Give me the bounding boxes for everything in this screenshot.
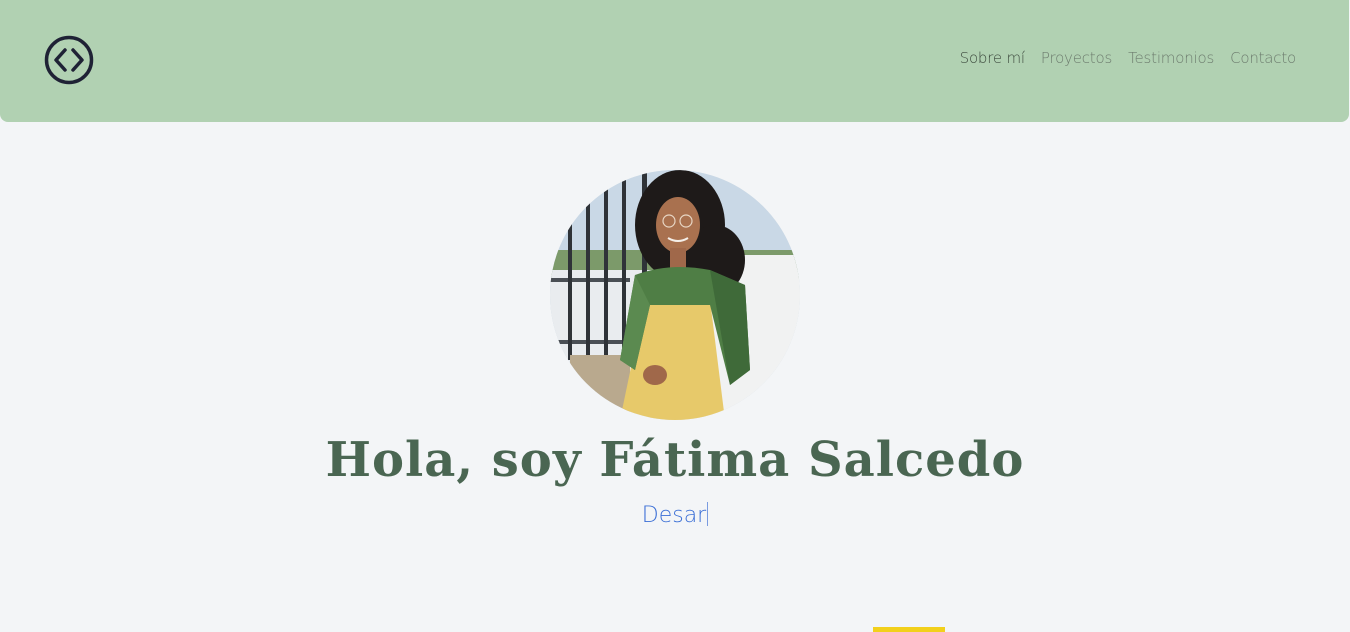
nav-link-sobre-mi[interactable]: Sobre mí [960, 49, 1025, 67]
portfolio-page: Sobre mí Proyectos Testimonios Contacto [0, 0, 1350, 632]
nav-link-contacto[interactable]: Contacto [1230, 49, 1296, 67]
nav-link-proyectos[interactable]: Proyectos [1041, 49, 1112, 67]
site-header: Sobre mí Proyectos Testimonios Contacto [0, 0, 1349, 122]
hero-title: Hola, soy Fátima Salcedo [325, 432, 1025, 488]
typed-subtitle: Desar [0, 502, 1350, 528]
typing-cursor [707, 502, 709, 526]
yellow-accent-bar [873, 627, 945, 632]
main-nav: Sobre mí Proyectos Testimonios Contacto [960, 49, 1297, 67]
nav-link-testimonios[interactable]: Testimonios [1128, 49, 1214, 67]
code-brackets-circle-icon[interactable] [44, 35, 94, 85]
typed-text: Desar [641, 503, 707, 528]
profile-photo-illustration [550, 170, 800, 420]
profile-photo [550, 170, 800, 420]
